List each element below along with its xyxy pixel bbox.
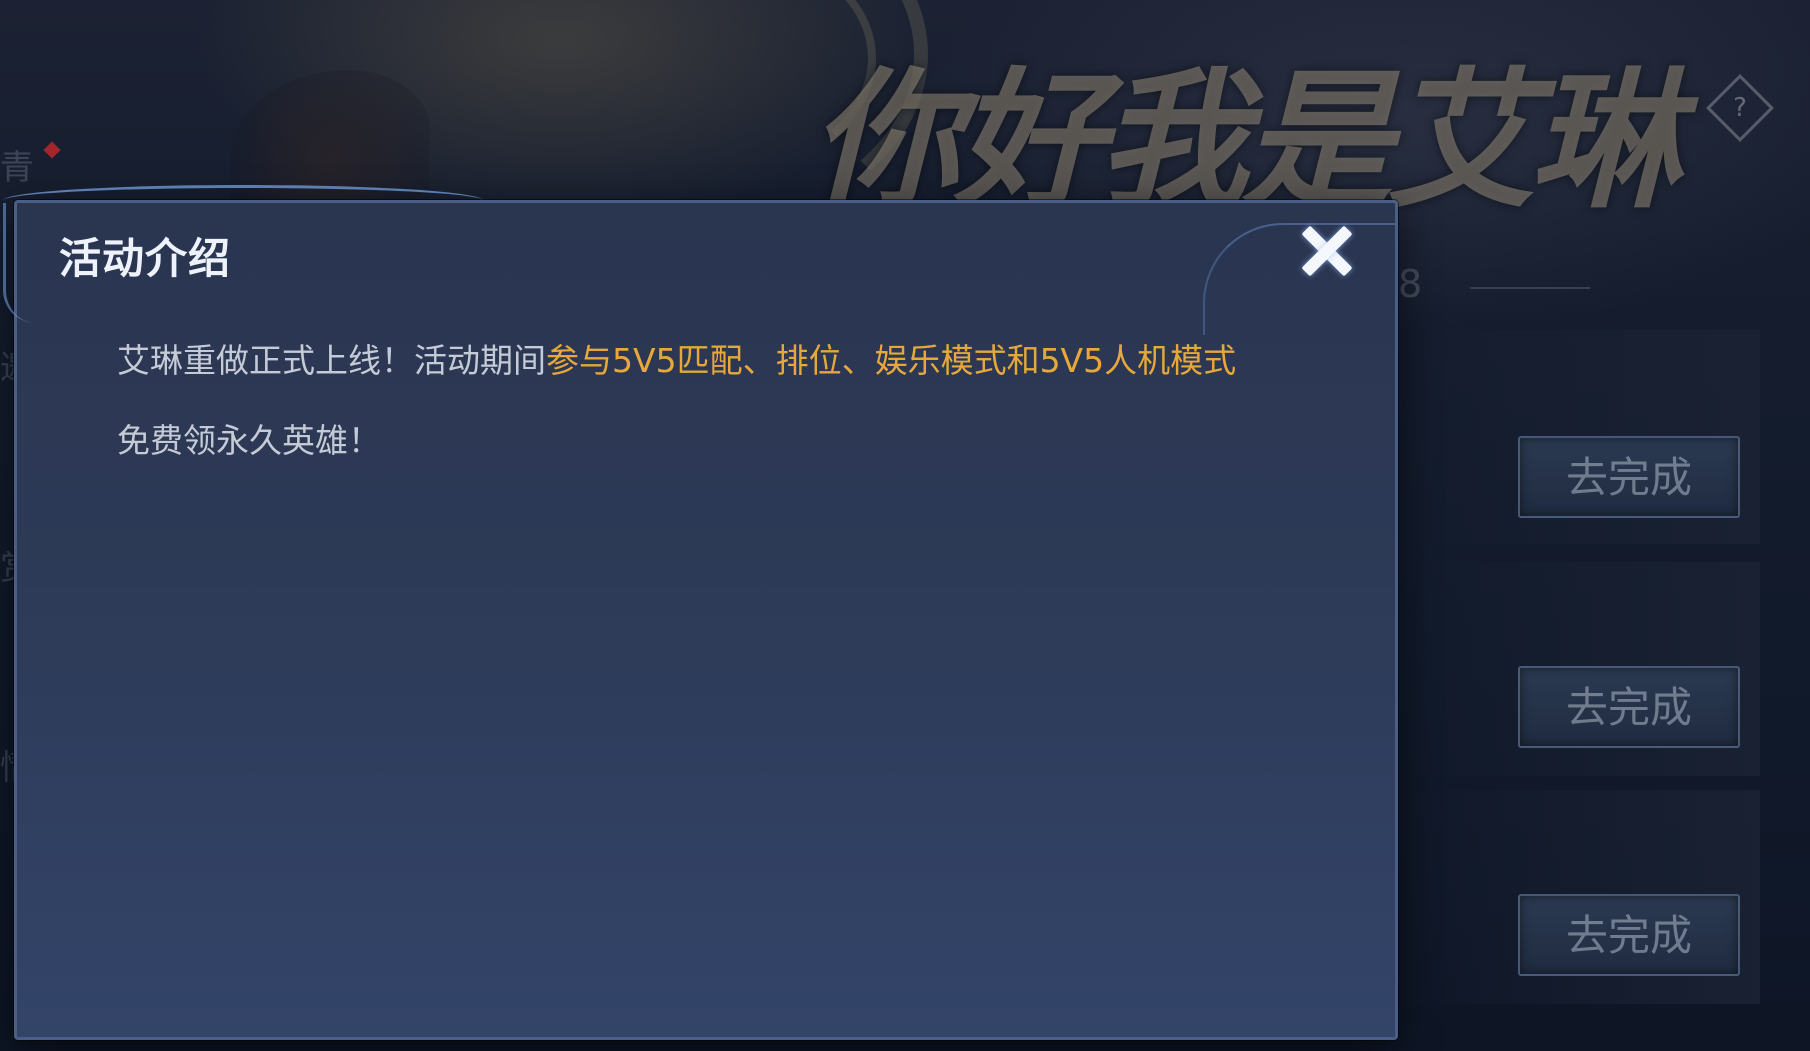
help-icon[interactable]: ? bbox=[1706, 74, 1774, 142]
activity-description: 艾琳重做正式上线！活动期间参与5V5匹配、排位、娱乐模式和5V5人机模式 免费领… bbox=[117, 321, 1347, 481]
background-side-label: 青 bbox=[0, 148, 34, 188]
description-line-1: 艾琳重做正式上线！活动期间参与5V5匹配、排位、娱乐模式和5V5人机模式 bbox=[117, 321, 1347, 401]
activity-intro-dialog: 活动介绍 艾琳重做正式上线！活动期间参与5V5匹配、排位、娱乐模式和5V5人机模… bbox=[3, 185, 1398, 1040]
dialog-ribbon-ornament bbox=[3, 203, 36, 323]
background-divider bbox=[1470, 287, 1590, 289]
help-icon-glyph: ? bbox=[1733, 93, 1747, 123]
go-complete-button[interactable]: 去完成 bbox=[1518, 894, 1740, 976]
dialog-title: 活动介绍 bbox=[59, 234, 232, 283]
go-complete-button[interactable]: 去完成 bbox=[1518, 436, 1740, 518]
dialog-ribbon-ornament bbox=[3, 185, 483, 216]
description-line-2: 免费领永久英雄！ bbox=[117, 421, 381, 460]
description-text: 艾琳重做正式上线！活动期间 bbox=[117, 341, 546, 380]
game-screen: 你好我是艾琳 ? 8 青 邀 赏 情 去完成 去完成 去完成 活动介绍 艾琳重做… bbox=[0, 0, 1810, 1051]
description-highlight: 参与5V5匹配、排位、娱乐模式和5V5人机模式 bbox=[546, 341, 1237, 380]
close-button[interactable] bbox=[1295, 219, 1359, 283]
background-partial-number: 8 bbox=[1398, 262, 1423, 306]
go-complete-button[interactable]: 去完成 bbox=[1518, 666, 1740, 748]
red-dot-icon bbox=[43, 141, 61, 159]
